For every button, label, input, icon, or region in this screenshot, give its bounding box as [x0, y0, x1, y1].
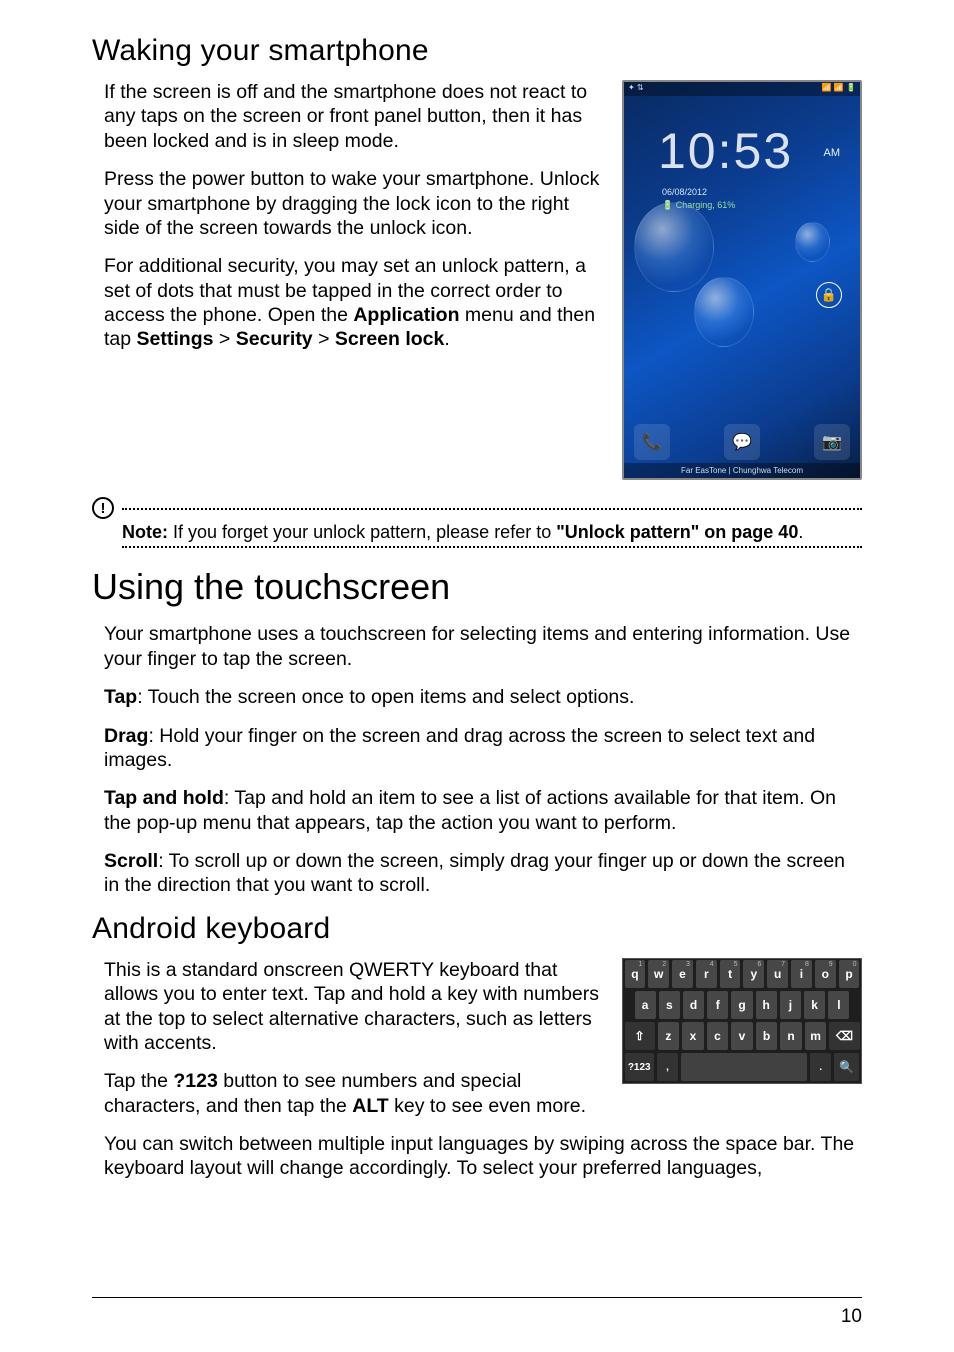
- dock-messaging-icon: 💬: [724, 424, 760, 460]
- para-drag: Drag: Hold your finger on the screen and…: [92, 724, 862, 773]
- kbd2-123: ?123: [173, 1070, 217, 1092]
- p3-security: Security: [236, 328, 313, 350]
- key-q: q: [625, 960, 646, 988]
- note-link[interactable]: "Unlock pattern" on page 40: [556, 522, 798, 542]
- phone-ampm: AM: [824, 147, 841, 159]
- lockscreen-screenshot: ✦ ⇅ 📶 📶 🔋 10:53 AM 06/08/2012 🔋 Charging…: [622, 80, 862, 480]
- para-waking-1: If the screen is off and the smartphone …: [92, 80, 604, 153]
- key-u: u: [767, 960, 788, 988]
- phone-date: 06/08/2012: [662, 187, 707, 197]
- key-v: v: [731, 1022, 753, 1050]
- tap-label: Tap: [104, 686, 137, 708]
- para-waking-3: For additional security, you may set an …: [92, 254, 604, 352]
- keyboard-row-4: ?123,.🔍: [623, 1052, 861, 1083]
- status-left-icons: ✦ ⇅: [628, 83, 644, 95]
- key-d: d: [683, 991, 704, 1019]
- key-h: h: [756, 991, 777, 1019]
- key-z: z: [658, 1022, 680, 1050]
- taphold-label: Tap and hold: [104, 787, 224, 809]
- key-b: b: [756, 1022, 778, 1050]
- key-x: x: [682, 1022, 704, 1050]
- heading-touchscreen: Using the touchscreen: [92, 566, 862, 608]
- p3-settings: Settings: [137, 328, 214, 350]
- key-r: r: [696, 960, 717, 988]
- p3-gt1: >: [213, 328, 235, 350]
- para-kbd-1: This is a standard onscreen QWERTY keybo…: [92, 958, 604, 1056]
- key-i: i: [791, 960, 812, 988]
- phone-clock: 10:53: [658, 122, 793, 180]
- p3-gt2: >: [313, 328, 335, 350]
- key-a: a: [635, 991, 656, 1019]
- key-y: y: [743, 960, 764, 988]
- key-c: c: [707, 1022, 729, 1050]
- tap-text: : Touch the screen once to open items an…: [137, 686, 634, 708]
- phone-dock: 📞 💬 📷: [624, 406, 860, 460]
- kbd2-pre: Tap the: [104, 1070, 173, 1092]
- key-n: n: [780, 1022, 802, 1050]
- heading-waking: Waking your smartphone: [92, 34, 862, 68]
- para-scroll: Scroll: To scroll up or down the screen,…: [92, 849, 862, 898]
- key-spacebar: [681, 1053, 807, 1081]
- p3-end: .: [444, 328, 449, 350]
- key-search-icon: 🔍: [834, 1053, 859, 1081]
- phone-statusbar: ✦ ⇅ 📶 📶 🔋: [624, 82, 860, 96]
- para-taphold: Tap and hold: Tap and hold an item to se…: [92, 786, 862, 835]
- drag-text: : Hold your finger on the screen and dra…: [104, 725, 815, 771]
- key-period: .: [810, 1053, 831, 1081]
- phone-carrier: Far EasTone | Chunghwa Telecom: [624, 463, 860, 478]
- note-end: .: [798, 522, 803, 542]
- key-backspace-icon: ⌫: [829, 1022, 859, 1050]
- key-o: o: [815, 960, 836, 988]
- key-t: t: [720, 960, 741, 988]
- lock-icon: 🔒: [816, 282, 842, 308]
- key-comma: ,: [657, 1053, 678, 1081]
- para-tap: Tap: Touch the screen once to open items…: [92, 685, 862, 709]
- kbd2-alt: ALT: [352, 1095, 388, 1117]
- key-p: p: [839, 960, 860, 988]
- heading-android-keyboard: Android keyboard: [92, 912, 862, 946]
- key-s: s: [659, 991, 680, 1019]
- key-j: j: [780, 991, 801, 1019]
- dock-camera-icon: 📷: [814, 424, 850, 460]
- status-right-icons: 📶 📶 🔋: [822, 83, 856, 95]
- page-number: 10: [841, 1306, 862, 1328]
- key-l: l: [828, 991, 849, 1019]
- para-touch-intro: Your smartphone uses a touchscreen for s…: [92, 622, 862, 671]
- note-block: ! Note: If you forget your unlock patter…: [92, 498, 862, 548]
- keyboard-row-2: asdfghjkl: [623, 990, 861, 1021]
- key-shift-icon: ⇧: [625, 1022, 655, 1050]
- note-alert-icon: !: [92, 497, 114, 519]
- p3-screenlock: Screen lock: [335, 328, 444, 350]
- key-f: f: [707, 991, 728, 1019]
- key-g: g: [731, 991, 752, 1019]
- keyboard-row-1: qwertyuiop: [623, 959, 861, 990]
- p3-application: Application: [353, 304, 459, 326]
- key-e: e: [672, 960, 693, 988]
- para-kbd-2: Tap the ?123 button to see numbers and s…: [92, 1069, 604, 1118]
- para-kbd-3: You can switch between multiple input la…: [92, 1132, 862, 1181]
- keyboard-screenshot: qwertyuiop asdfghjkl ⇧zxcvbnm⌫ ?123,.🔍: [622, 958, 862, 1084]
- key-k: k: [804, 991, 825, 1019]
- footer-rule: [92, 1297, 862, 1298]
- key-w: w: [648, 960, 669, 988]
- para-waking-2: Press the power button to wake your smar…: [92, 167, 604, 240]
- key-m: m: [805, 1022, 827, 1050]
- scroll-label: Scroll: [104, 850, 158, 872]
- key-mode-123: ?123: [625, 1053, 654, 1081]
- drag-label: Drag: [104, 725, 148, 747]
- note-mid: If you forget your unlock pattern, pleas…: [168, 522, 556, 542]
- keyboard-row-3: ⇧zxcvbnm⌫: [623, 1021, 861, 1052]
- scroll-text: : To scroll up or down the screen, simpl…: [104, 850, 845, 896]
- note-label: Note:: [122, 522, 168, 542]
- kbd2-end: key to see even more.: [389, 1095, 586, 1117]
- dock-dialer-icon: 📞: [634, 424, 670, 460]
